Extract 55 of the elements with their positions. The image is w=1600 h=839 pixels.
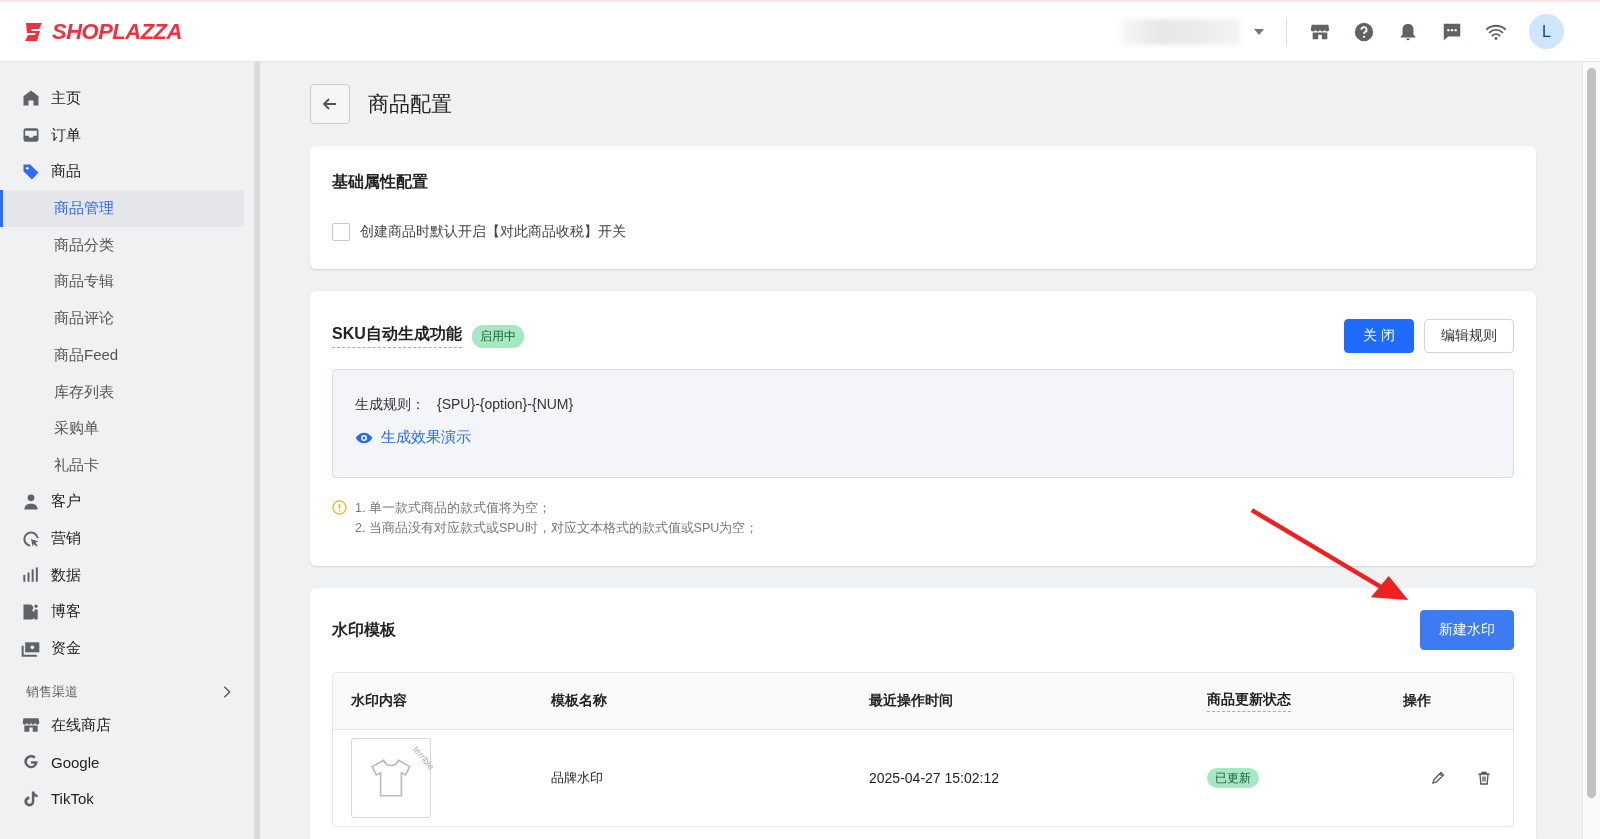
nav-subitem[interactable]: 采购单 (4, 410, 244, 447)
scrollbar-thumb[interactable] (1587, 68, 1596, 798)
nav-icon (21, 528, 41, 549)
card-title: SKU自动生成功能 (332, 324, 462, 348)
user-avatar[interactable]: L (1529, 14, 1564, 49)
section-heading: 销售渠道 (26, 683, 78, 701)
warning-icon (332, 500, 347, 515)
column-header: 模板名称 (550, 692, 608, 710)
demo-link[interactable]: 生成效果演示 (355, 428, 471, 447)
nav-item[interactable]: 在线商店 (4, 707, 254, 744)
nav-subitem[interactable]: 商品分类 (4, 226, 244, 264)
nav-item[interactable]: 订单 (4, 116, 254, 154)
edit-rules-button[interactable]: 编辑规则 (1424, 319, 1514, 353)
nav-item[interactable]: 博客 (4, 593, 254, 631)
rule-label: 生成规则： (355, 396, 425, 414)
nav-subitem[interactable]: 库存列表 (4, 373, 244, 411)
table-cell-text: 品牌水印 (550, 769, 604, 787)
nav-item[interactable]: 资金 (4, 630, 254, 667)
back-button[interactable] (310, 84, 350, 124)
nav-subitem[interactable]: 商品Feed (4, 336, 244, 374)
edit-icon[interactable] (1430, 770, 1446, 786)
delete-icon[interactable] (1476, 770, 1492, 786)
page-title: 商品配置 (368, 91, 452, 117)
nav-item[interactable]: TikTok (4, 780, 254, 818)
new-watermark-button[interactable]: 新建水印 (1420, 610, 1514, 650)
nav-item[interactable]: 数据 (4, 556, 254, 594)
help-icon[interactable] (1353, 20, 1375, 43)
caret-icon[interactable] (1254, 28, 1264, 35)
note-text: 1. 单一款式商品的款式值将为空； (355, 500, 552, 517)
card-title: 水印模板 (332, 619, 396, 640)
chevron-right-icon[interactable] (222, 685, 232, 699)
nav-subitem[interactable]: 商品专辑 (4, 263, 244, 301)
checkbox[interactable] (332, 223, 350, 241)
nav-item[interactable]: Google (4, 743, 254, 781)
note-text: 2. 当商品没有对应款式或SPU时，对应文本格式的款式值或SPU为空； (355, 520, 759, 537)
nav-subitem[interactable]: 商品评论 (4, 300, 244, 337)
nav-item[interactable]: 客户 (4, 483, 254, 521)
nav-subitem[interactable]: 商品管理 (0, 190, 244, 227)
column-header: 最近操作时间 (868, 692, 954, 710)
nav-item[interactable]: 商品 (4, 153, 254, 191)
card-title: 基础属性配置 (332, 172, 429, 192)
close-button[interactable]: 关 闭 (1344, 319, 1414, 353)
column-header: 商品更新状态 (1207, 690, 1291, 712)
status-tag: 已更新 (1207, 768, 1259, 788)
column-header: 操作 (1403, 692, 1432, 710)
status-tag: 启用中 (471, 324, 524, 348)
checkbox-label: 创建商品时默认开启【对此商品收税】开关 (360, 223, 626, 241)
brand-name: SHOPLAZZA (52, 18, 182, 45)
rule-value: {SPU}-{option}-{NUM} (437, 396, 574, 414)
nav-subitem[interactable]: 礼品卡 (4, 446, 244, 484)
nav-item[interactable]: 营销 (4, 520, 254, 557)
table-cell-text: 2025-04-27 15:02:12 (868, 770, 1000, 786)
column-header: 水印内容 (350, 692, 408, 710)
nav-item[interactable]: 主页 (4, 80, 254, 117)
nav-icon (21, 88, 41, 109)
